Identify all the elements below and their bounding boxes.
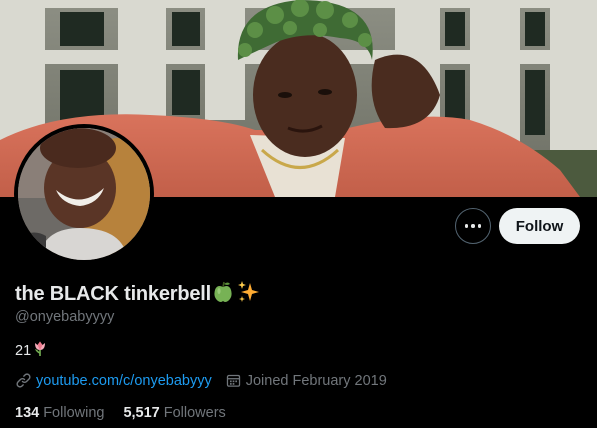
tulip-emoji — [32, 340, 48, 361]
joined-date-item: Joined February 2019 — [225, 372, 387, 389]
profile-avatar[interactable] — [14, 124, 154, 264]
ellipsis-icon — [464, 224, 482, 228]
following-label: Following — [43, 405, 105, 421]
joined-date: Joined February 2019 — [245, 372, 387, 389]
bio: 21 — [15, 340, 48, 361]
website-link[interactable]: youtube.com/c/onyebabyyy — [36, 373, 212, 389]
follow-button[interactable]: Follow — [499, 208, 580, 244]
sparkles-emoji — [237, 280, 261, 309]
website-item: youtube.com/c/onyebabyyy — [15, 372, 212, 389]
calendar-icon — [226, 374, 240, 387]
display-name-row: the BLACK tinkerbell — [15, 280, 261, 309]
followers-count: 5,517 — [123, 405, 160, 421]
display-name: the BLACK tinkerbell — [15, 282, 212, 305]
follow-counts: 134 Following 5,517 Followers — [15, 405, 226, 421]
link-icon — [16, 373, 31, 388]
profile-meta: youtube.com/c/onyebabyyy Joined February… — [15, 372, 387, 389]
following-link[interactable]: 134 Following — [15, 405, 104, 421]
following-count: 134 — [15, 405, 40, 421]
more-options-button[interactable] — [455, 208, 491, 244]
followers-label: Followers — [163, 405, 226, 421]
bio-text: 21 — [15, 342, 32, 359]
user-handle: @onyebabyyyy — [15, 309, 115, 325]
followers-link[interactable]: 5,517 Followers — [123, 405, 225, 421]
green-apple-emoji — [213, 281, 233, 308]
